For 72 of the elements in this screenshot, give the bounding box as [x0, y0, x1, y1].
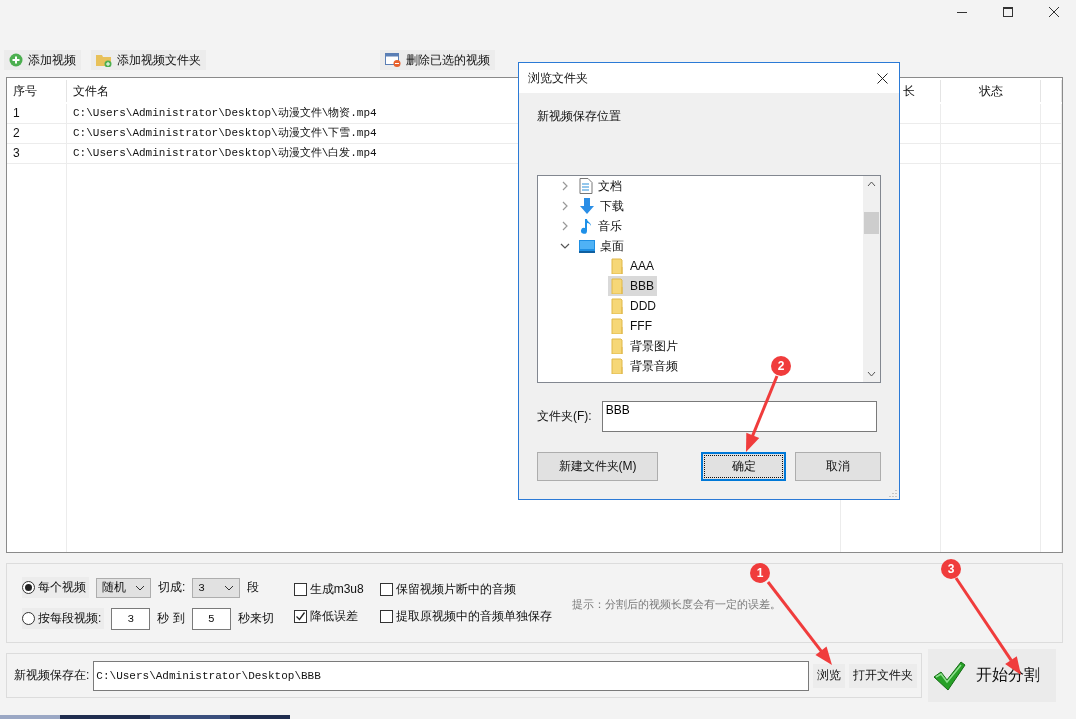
scroll-up-icon[interactable]: [867, 181, 876, 187]
folder-icon: [611, 338, 625, 354]
music-note-icon: [579, 218, 593, 234]
column-header: 序号: [7, 80, 67, 102]
save-location-label: 新视频保存在:: [14, 667, 90, 684]
tree-item[interactable]: FFF: [608, 316, 655, 336]
monitor-icon: [579, 239, 595, 253]
checkbox[interactable]: 降低误差: [293, 608, 380, 625]
folder-icon: [611, 358, 625, 374]
table-cell: 2: [7, 124, 67, 143]
checkbox[interactable]: 保留视频片断中的音频: [379, 581, 552, 598]
tree-item[interactable]: BBB: [608, 276, 657, 296]
chevron-right-icon[interactable]: [560, 181, 570, 191]
save-path-field[interactable]: C:\Users\Administrator\Desktop\BBB: [93, 660, 810, 691]
toolbar-button[interactable]: 删除已选的视频: [380, 50, 495, 70]
window-minus-icon: [385, 53, 401, 67]
scrollbar-thumb[interactable]: [864, 212, 879, 234]
close-icon[interactable]: [877, 72, 888, 84]
folder-icon: [611, 318, 625, 334]
checkbox[interactable]: 生成m3u8: [293, 581, 380, 598]
hint-text: 提示：分割后的视频长度会有一定的误差。: [571, 596, 781, 612]
count-dropdown[interactable]: 3: [192, 577, 241, 598]
table-cell: 1: [7, 104, 67, 123]
maximize-icon[interactable]: [1003, 7, 1013, 17]
checkmark-icon: [294, 611, 306, 622]
dialog-prompt: 新视频保存位置: [537, 108, 621, 125]
down-arrow-icon: [579, 198, 595, 214]
scroll-down-icon[interactable]: [867, 371, 876, 377]
to-label: 秒 到: [157, 610, 185, 627]
tree-item[interactable]: 背景音频: [608, 356, 681, 376]
chevron-down-icon: [135, 584, 145, 591]
step-badge: 1: [750, 563, 770, 583]
folder-icon: [611, 298, 625, 314]
chevron-down-icon[interactable]: [560, 241, 570, 251]
cut-label: 切成:: [158, 579, 186, 596]
new-folder-button[interactable]: 新建文件夹(M): [537, 452, 658, 481]
folder-plus-icon: [96, 53, 112, 67]
resize-grip-icon[interactable]: [889, 489, 897, 497]
ok-button[interactable]: 确定: [701, 452, 786, 481]
tree-item[interactable]: 下载: [576, 196, 627, 216]
folder-name-field[interactable]: BBB: [601, 401, 877, 432]
chevron-down-icon: [224, 584, 235, 591]
tree-item[interactable]: AAA: [608, 256, 657, 276]
method-dropdown[interactable]: 随机: [96, 577, 151, 598]
unit-label: 秒来切: [237, 610, 274, 627]
tree-item[interactable]: 文档: [576, 176, 625, 196]
toolbar-button[interactable]: 添加视频: [4, 50, 81, 70]
unit-label: 段: [247, 579, 260, 596]
document-icon: [579, 178, 593, 194]
plus-icon: [9, 53, 23, 67]
radio-option[interactable]: 按每段视频:: [22, 608, 105, 629]
open-folder-button[interactable]: 打开文件夹: [849, 663, 918, 688]
seconds-from-field[interactable]: 3: [111, 607, 151, 630]
step-badge: 3: [941, 559, 961, 579]
seconds-to-field[interactable]: 5: [191, 607, 231, 630]
chevron-right-icon[interactable]: [560, 221, 570, 231]
folder-icon: [611, 278, 625, 294]
checkbox[interactable]: 提取原视频中的音频单独保存: [379, 608, 552, 625]
close-icon[interactable]: [1049, 7, 1059, 17]
folder-icon: [611, 258, 625, 274]
cancel-button[interactable]: 取消: [795, 452, 881, 481]
tree-item[interactable]: 音乐: [576, 216, 625, 236]
folder-label: 文件夹(F):: [537, 408, 592, 425]
toolbar-button[interactable]: 添加视频文件夹: [91, 50, 206, 70]
table-cell: 3: [7, 144, 67, 163]
chevron-right-icon[interactable]: [560, 201, 570, 211]
column-header: 状态: [941, 80, 1041, 102]
radio-option[interactable]: 每个视频: [22, 577, 89, 598]
browse-button[interactable]: 浏览: [813, 663, 846, 688]
tree-item[interactable]: 背景图片: [608, 336, 681, 356]
tree-item[interactable]: 桌面: [576, 236, 627, 256]
tree-item[interactable]: DDD: [608, 296, 659, 316]
